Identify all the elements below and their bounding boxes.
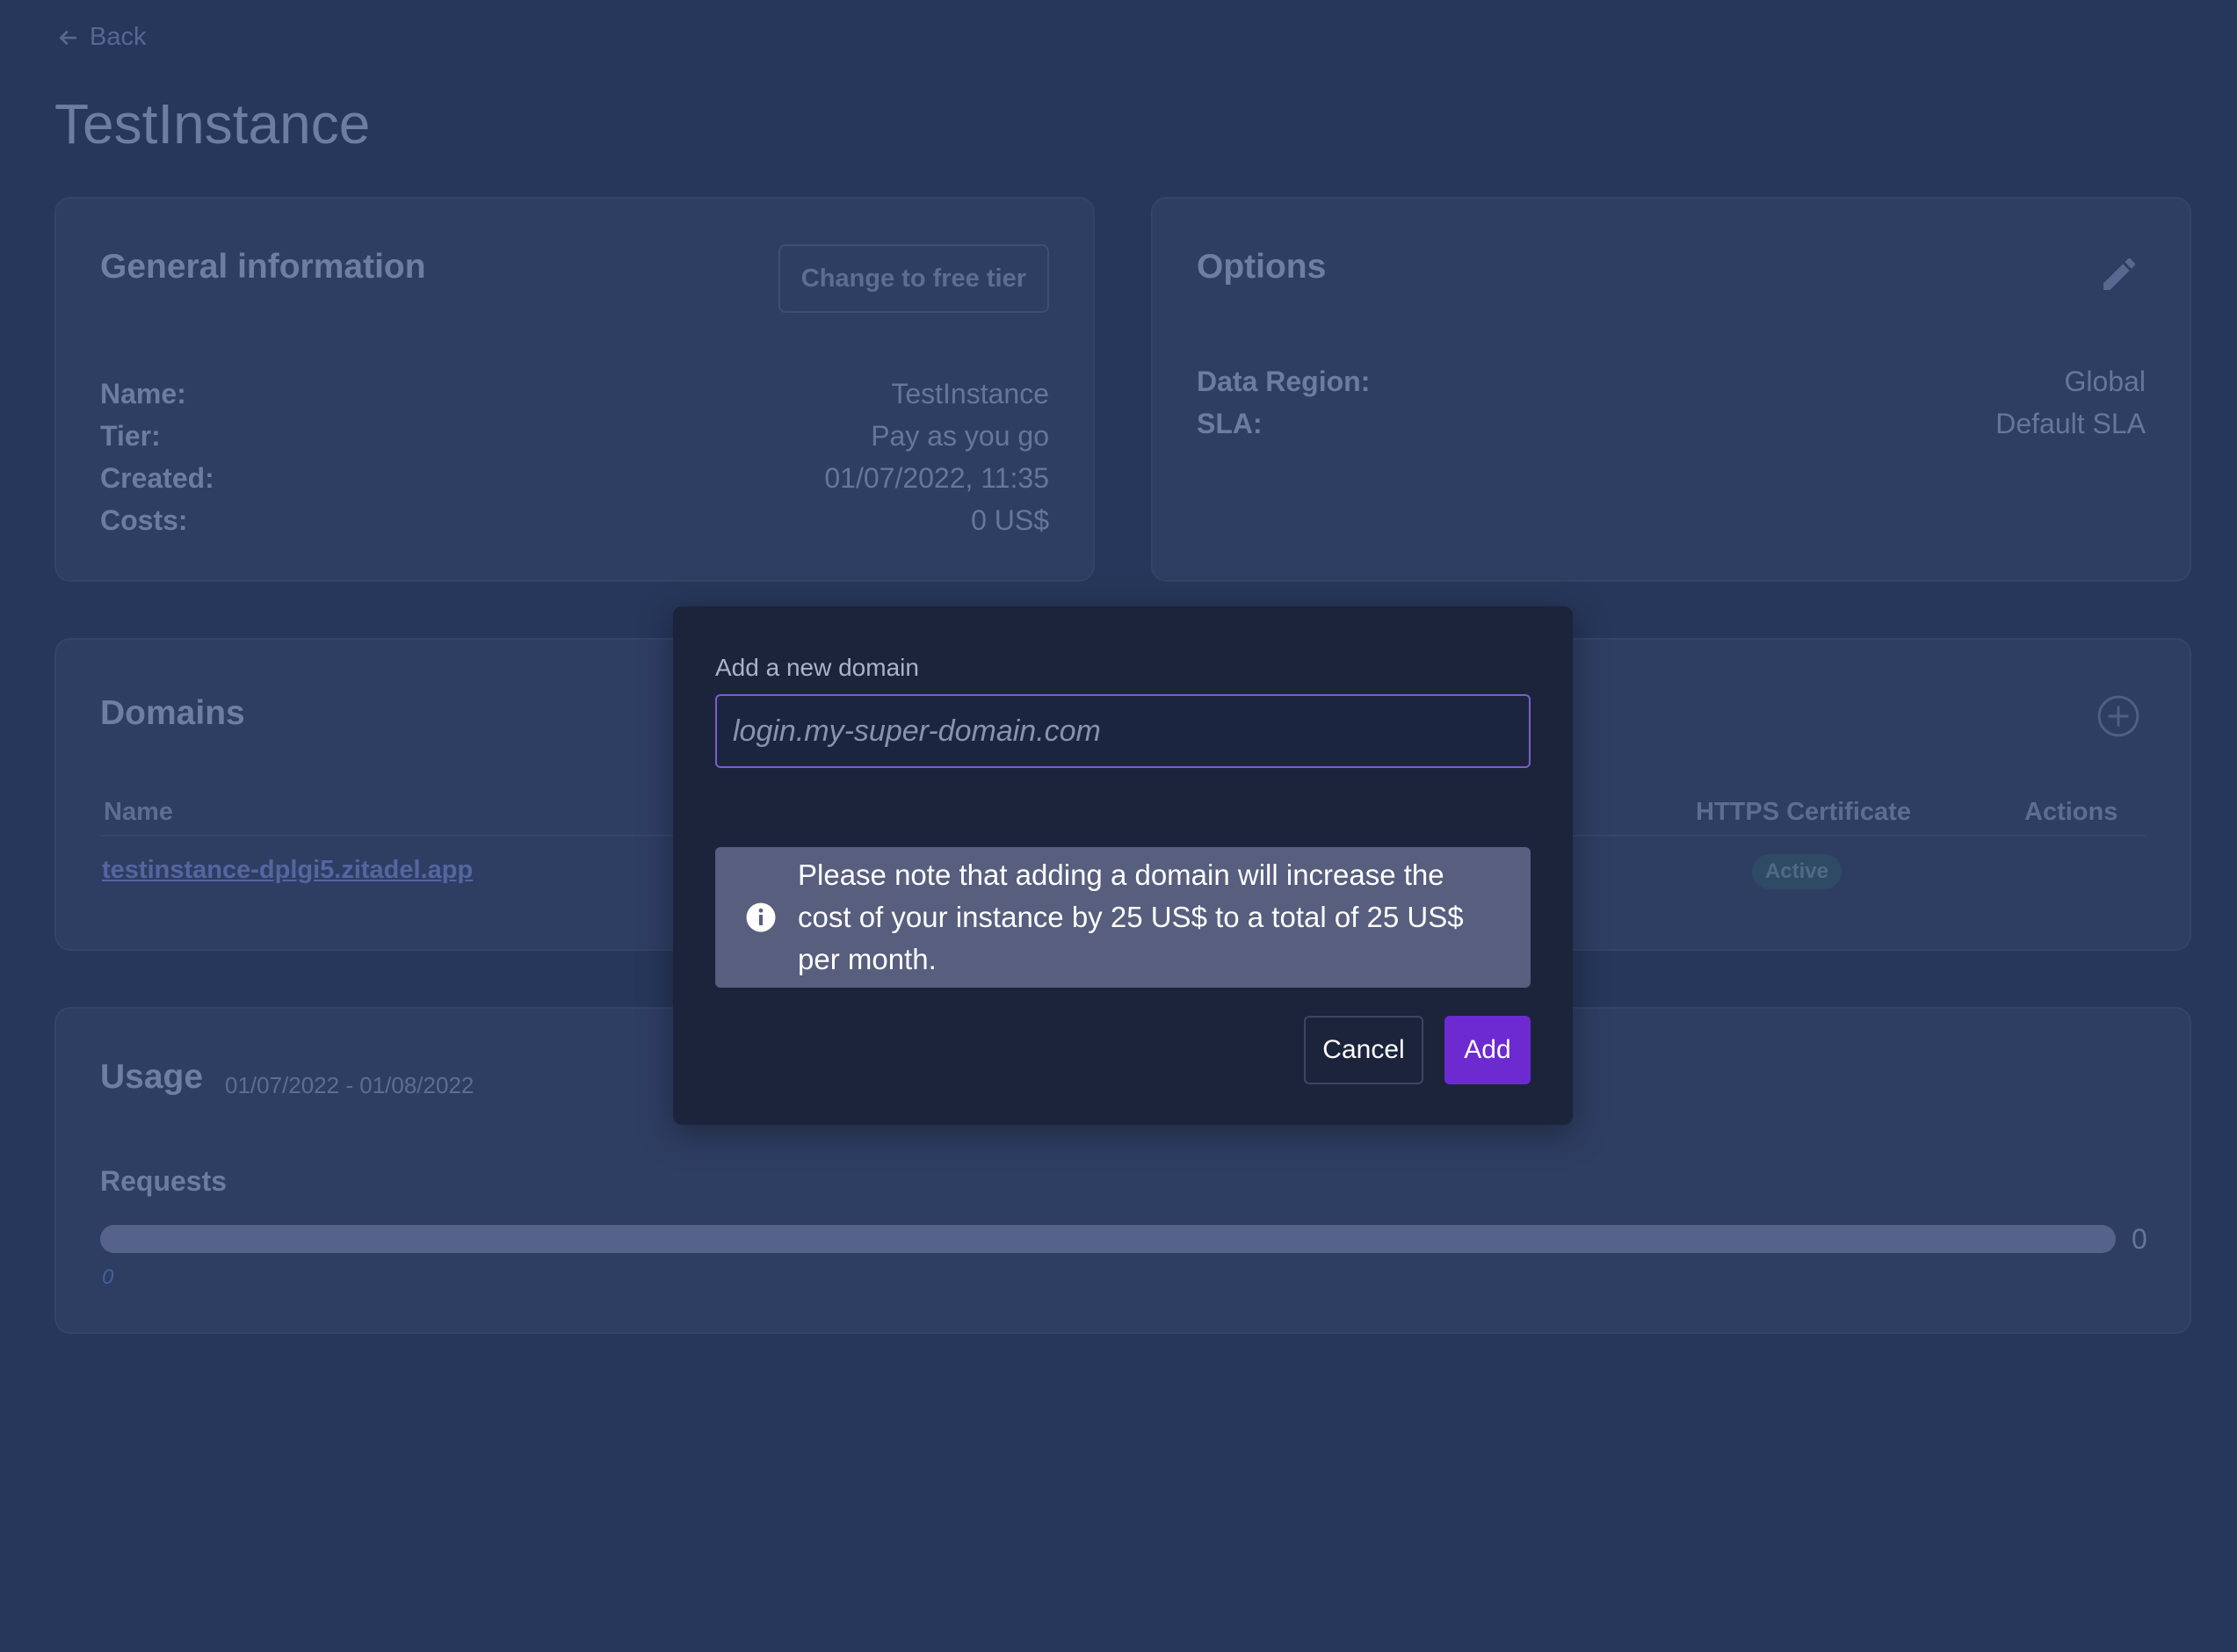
- requests-progress-bar: [100, 1225, 2116, 1253]
- general-info-value: TestInstance: [891, 377, 1049, 409]
- dialog-label: Add a new domain: [715, 654, 919, 681]
- column-header-actions: Actions: [2024, 798, 2118, 826]
- general-info-value: 01/07/2022, 11:35: [824, 461, 1049, 494]
- domain-input[interactable]: [715, 694, 1531, 768]
- plus-circle-icon[interactable]: [2096, 694, 2140, 738]
- options-key: SLA:: [1197, 407, 1263, 439]
- general-information-title: General information: [100, 248, 426, 286]
- cancel-button[interactable]: Cancel: [1304, 1016, 1423, 1084]
- usage-title: Usage: [100, 1058, 204, 1096]
- options-list: Data Region: Global SLA: Default SLA: [1197, 360, 2146, 445]
- domains-title: Domains: [100, 694, 245, 732]
- add-domain-dialog: Add a new domain Please note that adding…: [673, 606, 1573, 1125]
- arrow-left-icon: [60, 30, 77, 45]
- domain-link[interactable]: testinstance-dplgi5.zitadel.app: [102, 856, 473, 885]
- info-icon: [746, 902, 776, 932]
- change-to-free-tier-button[interactable]: Change to free tier: [778, 244, 1049, 313]
- cost-notice: Please note that adding a domain will in…: [715, 847, 1531, 988]
- options-card: Options Data Region: Global SLA: Default…: [1151, 197, 2191, 582]
- options-value: Global: [2064, 365, 2147, 397]
- general-info-row: Costs: 0 US$: [100, 499, 1049, 541]
- status-badge: Active: [1752, 854, 1842, 889]
- general-info-key: Created:: [100, 461, 214, 494]
- cost-notice-text: Please note that adding a domain will in…: [798, 859, 1464, 975]
- column-header-https: HTTPS Certificate: [1696, 798, 1911, 826]
- back-label: Back: [90, 23, 147, 51]
- options-value: Default SLA: [1995, 407, 2146, 439]
- general-information-card: General information Change to free tier …: [54, 197, 1095, 582]
- options-row: SLA: Default SLA: [1197, 402, 2146, 445]
- general-info-row: Created: 01/07/2022, 11:35: [100, 457, 1049, 499]
- requests-min-label: 0: [102, 1265, 114, 1289]
- general-info-key: Name:: [100, 377, 186, 409]
- pencil-icon[interactable]: [2098, 253, 2140, 295]
- general-info-key: Costs:: [100, 504, 188, 536]
- requests-label: Requests: [100, 1165, 228, 1197]
- page-title: TestInstance: [54, 92, 371, 156]
- usage-date-range: 01/07/2022 - 01/08/2022: [225, 1072, 474, 1098]
- general-info-list: Name: TestInstance Tier: Pay as you go C…: [100, 373, 1049, 541]
- general-info-value: Pay as you go: [871, 419, 1049, 452]
- options-title: Options: [1197, 248, 1327, 286]
- general-info-row: Tier: Pay as you go: [100, 415, 1049, 457]
- options-row: Data Region: Global: [1197, 360, 2146, 402]
- options-key: Data Region:: [1197, 365, 1371, 397]
- general-info-row: Name: TestInstance: [100, 373, 1049, 415]
- column-header-name: Name: [104, 798, 173, 826]
- add-button[interactable]: Add: [1444, 1016, 1531, 1084]
- requests-max-label: 0: [2132, 1223, 2147, 1255]
- general-info-key: Tier:: [100, 419, 161, 452]
- general-info-value: 0 US$: [971, 504, 1049, 536]
- back-link[interactable]: Back: [56, 23, 146, 52]
- instance-page: Back TestInstance General information Ch…: [0, 0, 2237, 1652]
